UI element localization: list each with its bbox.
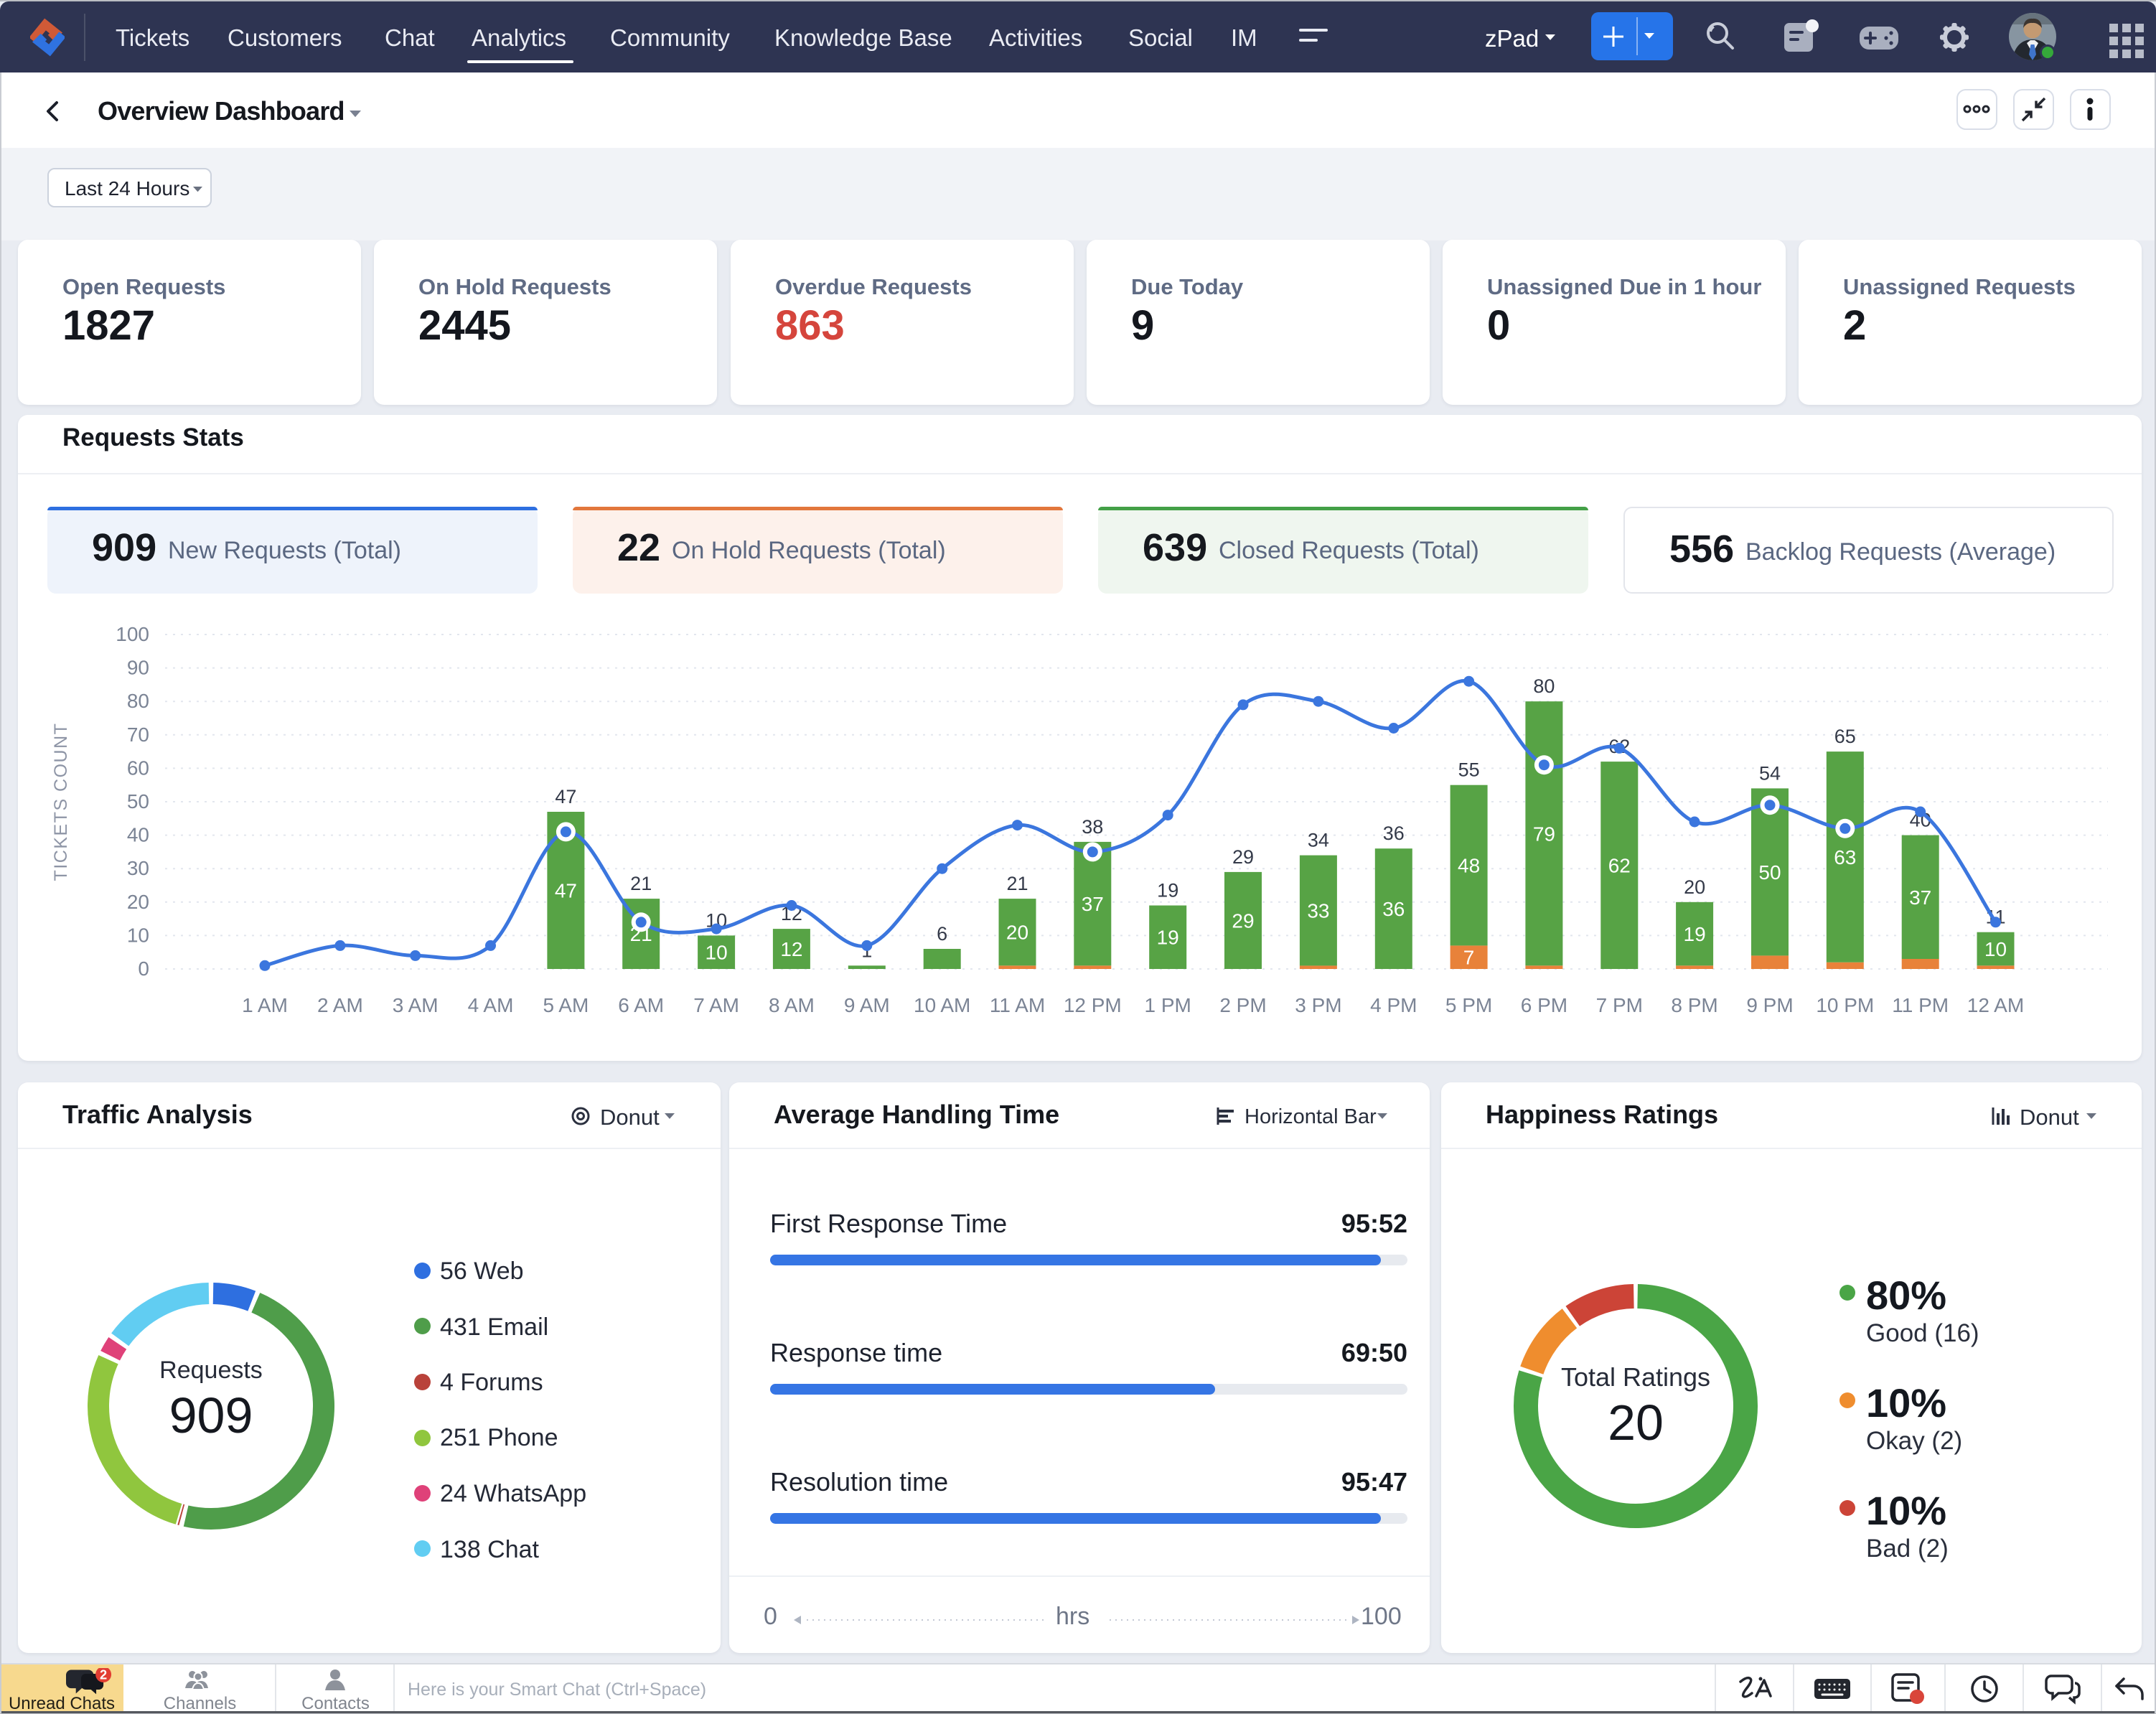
svg-text:20: 20	[1006, 922, 1028, 944]
svg-text:10: 10	[1984, 938, 2007, 960]
svg-text:2 AM: 2 AM	[317, 994, 363, 1016]
svg-text:47: 47	[555, 880, 577, 902]
svg-text:54: 54	[1759, 762, 1781, 784]
svg-text:7: 7	[1463, 947, 1475, 969]
svg-text:20: 20	[1684, 876, 1705, 898]
svg-text:1 AM: 1 AM	[242, 994, 288, 1016]
svg-text:60: 60	[127, 757, 149, 779]
svg-text:80: 80	[1533, 675, 1555, 697]
svg-text:19: 19	[1684, 923, 1706, 945]
svg-text:10 AM: 10 AM	[914, 994, 970, 1016]
svg-text:9 AM: 9 AM	[844, 994, 890, 1016]
svg-text:50: 50	[1758, 861, 1781, 884]
svg-text:90: 90	[127, 657, 149, 679]
svg-text:5 AM: 5 AM	[543, 994, 589, 1016]
svg-text:7 AM: 7 AM	[693, 994, 739, 1016]
svg-text:70: 70	[127, 723, 149, 746]
svg-text:8 AM: 8 AM	[769, 994, 815, 1016]
svg-text:19: 19	[1157, 927, 1179, 949]
svg-text:12 PM: 12 PM	[1064, 994, 1122, 1016]
svg-text:6 AM: 6 AM	[618, 994, 664, 1016]
svg-text:TICKETS COUNT: TICKETS COUNT	[51, 723, 71, 881]
svg-text:6 PM: 6 PM	[1521, 994, 1567, 1016]
svg-text:7 PM: 7 PM	[1596, 994, 1643, 1016]
svg-text:3 PM: 3 PM	[1295, 994, 1341, 1016]
svg-text:8 PM: 8 PM	[1671, 994, 1717, 1016]
svg-text:34: 34	[1308, 830, 1329, 851]
svg-text:36: 36	[1383, 823, 1405, 844]
svg-text:2: 2	[100, 1668, 107, 1682]
svg-text:36: 36	[1382, 898, 1405, 920]
svg-text:55: 55	[1458, 759, 1480, 781]
svg-text:40: 40	[127, 824, 149, 846]
svg-text:21: 21	[1006, 873, 1028, 894]
svg-text:2 PM: 2 PM	[1219, 994, 1266, 1016]
svg-text:65: 65	[1834, 726, 1856, 747]
svg-text:11 AM: 11 AM	[990, 994, 1045, 1016]
svg-text:10: 10	[706, 942, 728, 964]
svg-text:4 AM: 4 AM	[468, 994, 514, 1016]
svg-text:1 PM: 1 PM	[1145, 994, 1191, 1016]
svg-text:10: 10	[127, 924, 149, 946]
svg-text:10 PM: 10 PM	[1816, 994, 1874, 1016]
svg-text:80: 80	[127, 690, 149, 712]
svg-text:63: 63	[1834, 846, 1856, 868]
svg-text:4 PM: 4 PM	[1370, 994, 1417, 1016]
svg-text:48: 48	[1458, 855, 1480, 877]
svg-text:37: 37	[1082, 893, 1104, 915]
svg-text:47: 47	[555, 786, 576, 807]
svg-text:62: 62	[1608, 855, 1631, 877]
svg-text:29: 29	[1232, 846, 1254, 868]
svg-text:0: 0	[138, 957, 149, 980]
svg-text:21: 21	[630, 873, 652, 894]
svg-text:33: 33	[1307, 900, 1329, 922]
svg-text:79: 79	[1533, 823, 1555, 845]
svg-text:3 AM: 3 AM	[393, 994, 439, 1016]
svg-text:100: 100	[116, 623, 149, 645]
svg-text:9 PM: 9 PM	[1746, 994, 1793, 1016]
svg-text:11 PM: 11 PM	[1892, 994, 1949, 1016]
svg-text:50: 50	[127, 790, 149, 812]
svg-text:19: 19	[1157, 880, 1178, 902]
svg-text:38: 38	[1082, 816, 1103, 838]
svg-text:5 PM: 5 PM	[1445, 994, 1492, 1016]
svg-text:6: 6	[937, 923, 947, 945]
svg-text:20: 20	[127, 891, 149, 913]
svg-text:12: 12	[780, 938, 802, 960]
svg-text:29: 29	[1232, 909, 1254, 932]
svg-text:12 AM: 12 AM	[1967, 994, 2024, 1016]
svg-text:37: 37	[1909, 886, 1931, 909]
svg-text:30: 30	[127, 857, 149, 879]
